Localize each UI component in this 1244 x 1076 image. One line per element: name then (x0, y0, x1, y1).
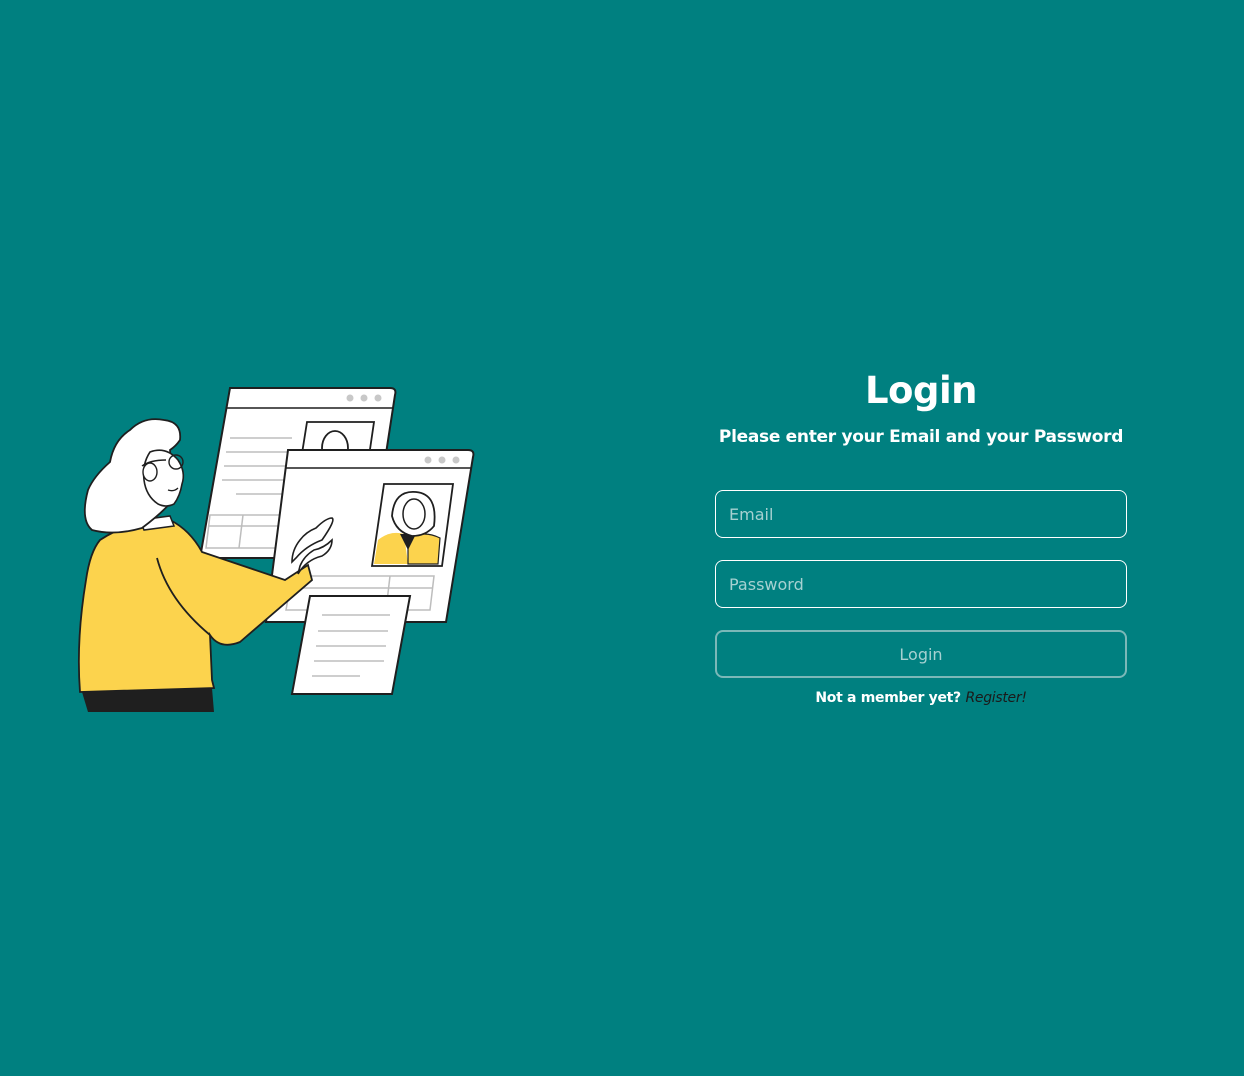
login-button[interactable]: Login (715, 630, 1127, 678)
document-sheet (290, 595, 412, 695)
illustration-woman-browsing-profiles (77, 387, 475, 712)
login-subtitle: Please enter your Email and your Passwor… (718, 427, 1124, 447)
login-page: Login Please enter your Email and your P… (0, 0, 1244, 1076)
email-input[interactable] (715, 490, 1127, 538)
register-prompt: Not a member yet? (815, 690, 961, 706)
password-input[interactable] (715, 560, 1127, 608)
login-title: Login (864, 369, 978, 412)
login-panel: Login Please enter your Email and your P… (715, 366, 1127, 706)
register-link[interactable]: Register! (965, 690, 1026, 706)
register-line: Not a member yet? Register! (715, 690, 1127, 706)
